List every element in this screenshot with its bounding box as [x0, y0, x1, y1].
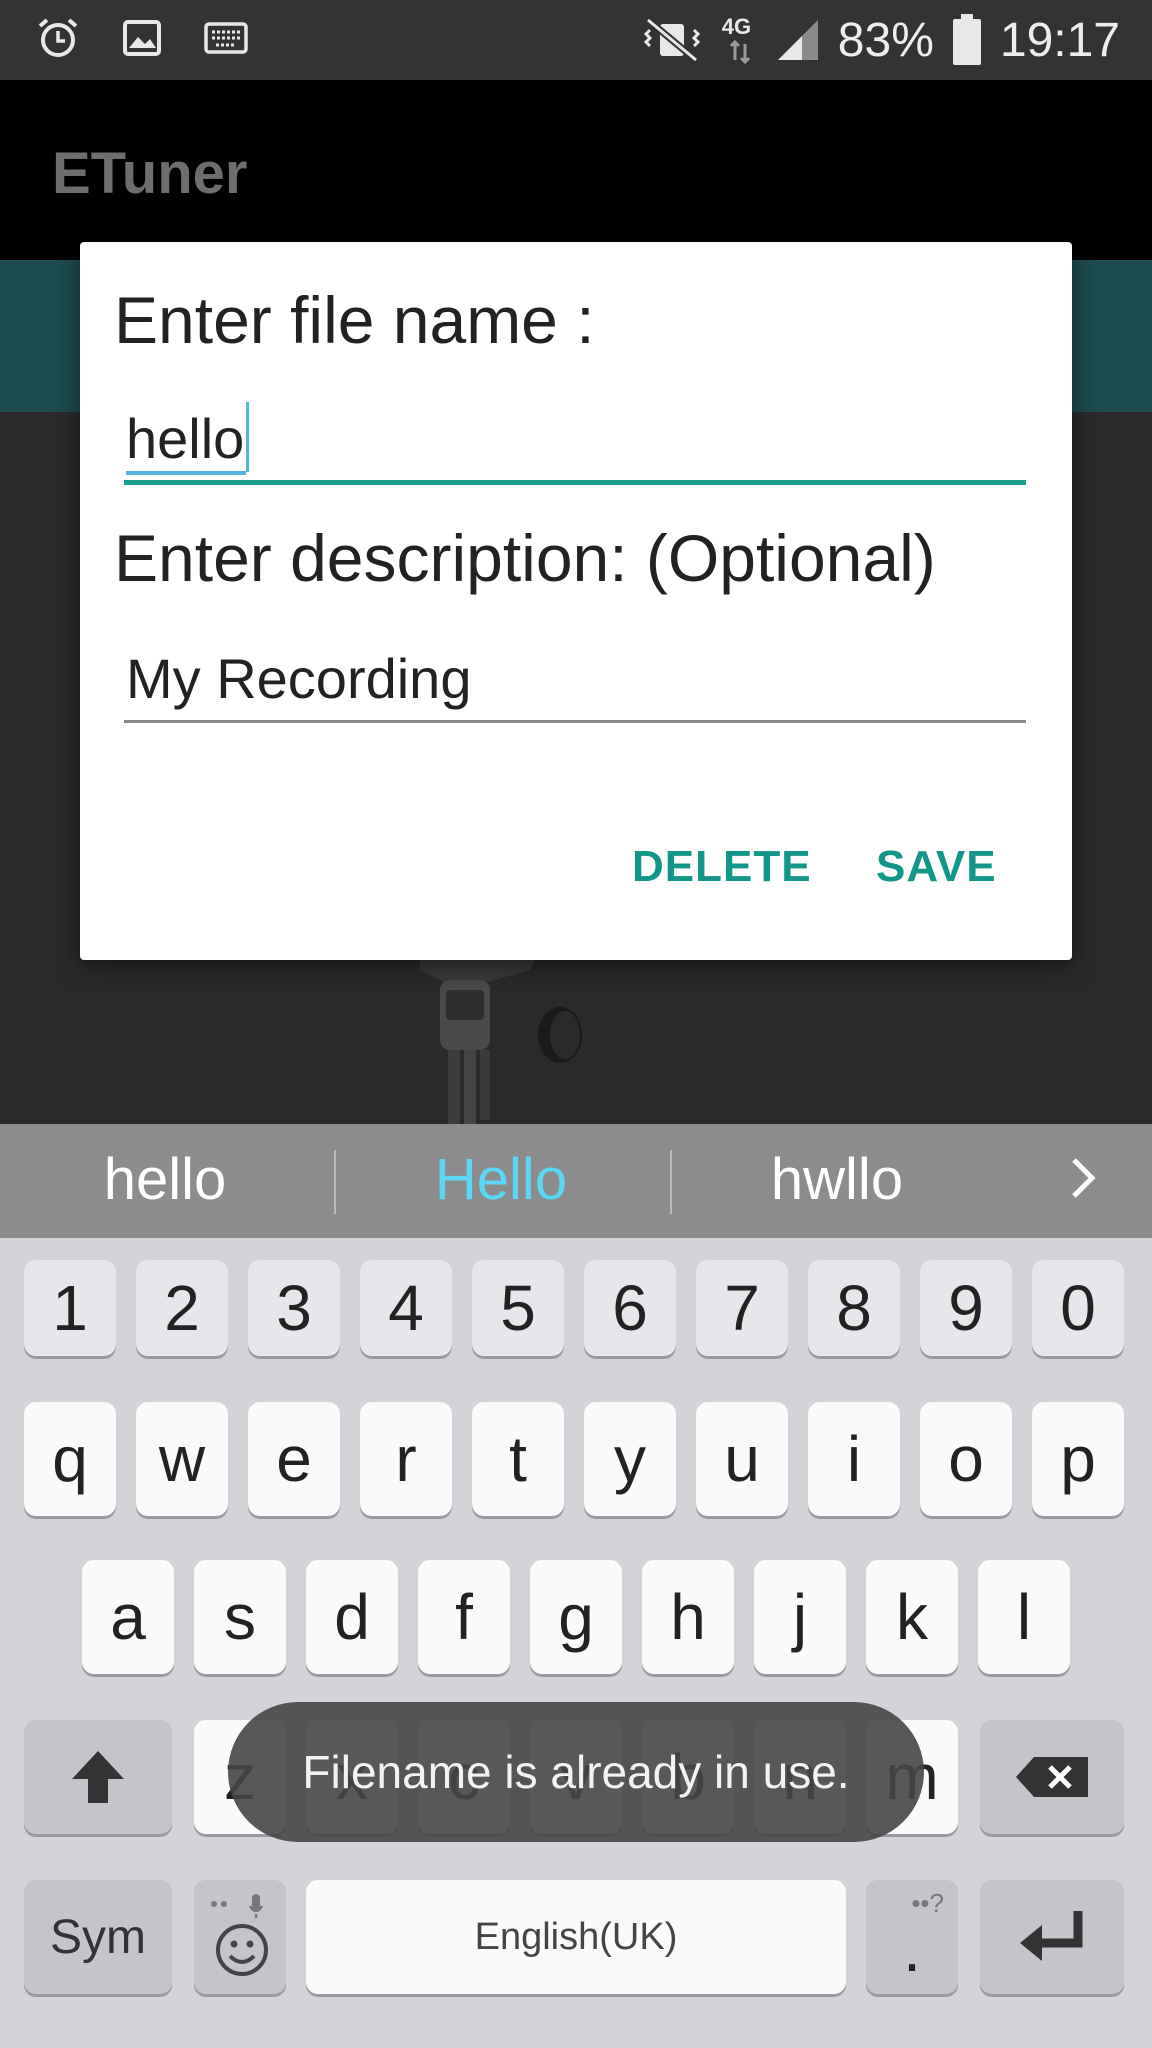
key[interactable]: 6	[584, 1260, 676, 1356]
alarm-icon	[38, 18, 78, 57]
key[interactable]: a	[82, 1560, 174, 1674]
key[interactable]: 7	[696, 1260, 788, 1356]
keyboard-icon	[204, 22, 248, 54]
key[interactable]: g	[530, 1560, 622, 1674]
suggestion-item[interactable]: Hello	[336, 1146, 666, 1213]
shift-key[interactable]	[24, 1720, 172, 1834]
space-key[interactable]: English(UK)	[306, 1880, 846, 1994]
key[interactable]: j	[754, 1560, 846, 1674]
suggestion-bar: hello Hello hwllo	[0, 1124, 1152, 1238]
description-value: My Recording	[126, 647, 472, 710]
suggestion-item[interactable]: hello	[0, 1146, 330, 1213]
key[interactable]: o	[920, 1402, 1012, 1516]
key[interactable]: w	[136, 1402, 228, 1516]
enter-icon	[1020, 1911, 1083, 1961]
key[interactable]: 5	[472, 1260, 564, 1356]
key[interactable]: h	[642, 1560, 734, 1674]
app-title: ETuner	[52, 141, 248, 206]
key[interactable]: 3	[248, 1260, 340, 1356]
key[interactable]: t	[472, 1402, 564, 1516]
key[interactable]: 0	[1032, 1260, 1124, 1356]
image-icon	[123, 20, 161, 56]
key[interactable]: 2	[136, 1260, 228, 1356]
key[interactable]: u	[696, 1402, 788, 1516]
battery-icon	[952, 14, 981, 65]
soft-keyboard: 1 2 3 4 5 6 7 8 9 0 q w e r t y u i o p …	[0, 1238, 1152, 2048]
description-label: Enter description: (Optional)	[114, 521, 936, 595]
status-bar: 4G 83% 19:17	[0, 0, 1152, 80]
period-label: .	[903, 1913, 921, 1985]
clock: 19:17	[999, 13, 1120, 67]
key[interactable]: 1	[24, 1260, 116, 1356]
key[interactable]: r	[360, 1402, 452, 1516]
key[interactable]: p	[1032, 1402, 1124, 1516]
network-type: 4G	[721, 14, 752, 39]
key[interactable]: q	[24, 1402, 116, 1516]
toast-message: Filename is already in use.	[228, 1702, 924, 1842]
period-key[interactable]: . ••?	[866, 1880, 958, 1994]
key[interactable]: k	[866, 1560, 958, 1674]
save-button[interactable]: SAVE	[876, 842, 997, 892]
app-bar: ETuner	[0, 80, 1152, 260]
shift-arrow-icon	[72, 1751, 124, 1803]
key[interactable]: l	[978, 1560, 1070, 1674]
backspace-key[interactable]	[980, 1720, 1124, 1834]
enter-key[interactable]	[980, 1880, 1124, 1994]
key[interactable]: 4	[360, 1260, 452, 1356]
sym-key[interactable]: Sym	[24, 1880, 172, 1994]
key[interactable]: i	[808, 1402, 900, 1516]
emoji-key[interactable]	[194, 1880, 286, 1994]
key[interactable]: s	[194, 1560, 286, 1674]
description-input[interactable]: My Recording	[124, 642, 1026, 723]
filename-label: Enter file name :	[114, 283, 595, 357]
data-arrows-icon	[729, 40, 750, 64]
emoji-icon	[211, 1894, 268, 1976]
battery-percent: 83%	[837, 13, 934, 67]
key[interactable]: 8	[808, 1260, 900, 1356]
key[interactable]: e	[248, 1402, 340, 1516]
microphone-stand-image	[420, 950, 582, 1130]
filename-value: hello	[126, 406, 247, 475]
filename-input[interactable]: hello	[124, 402, 1026, 485]
backspace-icon	[1016, 1757, 1088, 1797]
suggestion-item[interactable]: hwllo	[672, 1146, 1002, 1213]
key[interactable]: 9	[920, 1260, 1012, 1356]
mute-vibrate-icon	[643, 17, 700, 63]
key[interactable]: y	[584, 1402, 676, 1516]
text-cursor	[246, 402, 249, 472]
delete-button[interactable]: DELETE	[632, 842, 812, 892]
key[interactable]: f	[418, 1560, 510, 1674]
save-recording-dialog: Enter file name : hello Enter descriptio…	[80, 242, 1072, 960]
chevron-right-icon[interactable]	[1060, 1146, 1108, 1210]
signal-icon	[777, 20, 818, 60]
network-indicator: 4G	[722, 12, 758, 68]
more-punctuation-hint: ••?	[911, 1888, 944, 1918]
key[interactable]: d	[306, 1560, 398, 1674]
